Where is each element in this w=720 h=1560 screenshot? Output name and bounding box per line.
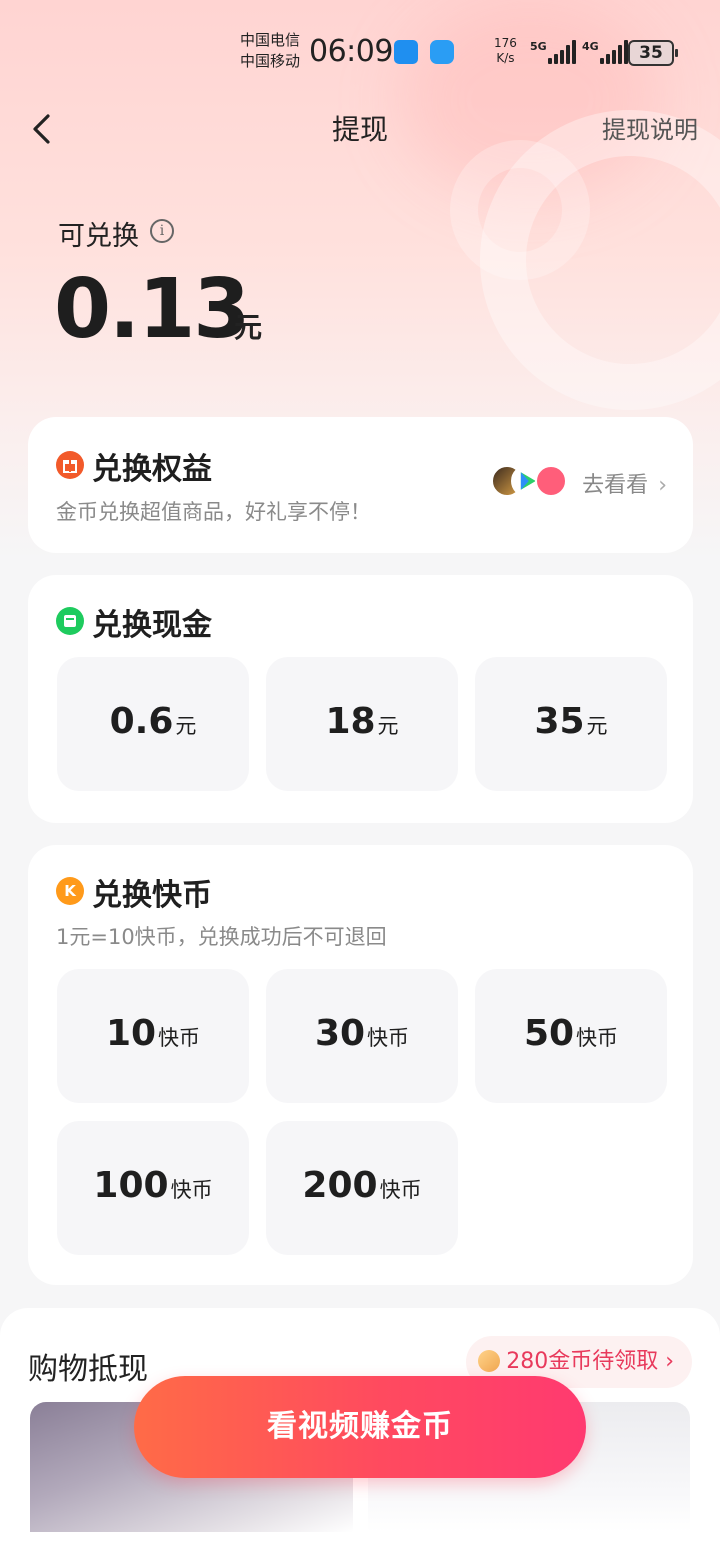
kcoin-option-unit: 快币 (576, 1026, 619, 1050)
net-speed-unit: K/s (496, 51, 515, 65)
cash-option-tile[interactable]: 18元 (266, 657, 458, 791)
available-label: 可兑换 (58, 221, 139, 252)
status-bar: 中国电信 中国移动 06:09 176 K/s 5G 4G 35 (0, 28, 720, 78)
chevron-right-icon: › (658, 473, 667, 498)
cash-option-unit: 元 (175, 714, 197, 738)
battery-level: 35 (639, 43, 663, 63)
benefits-card[interactable]: 兑换权益 金币兑换超值商品，好礼享不停！ 去看看 › (28, 417, 693, 553)
balance-unit: 元 (234, 311, 263, 344)
net-speed-value: 176 (494, 36, 517, 50)
benefits-title: 兑换权益 (92, 452, 212, 487)
kcoin-option-unit: 快币 (170, 1178, 213, 1202)
kcoin-subtitle: 1元=10快币，兑换成功后不可退回 (56, 925, 387, 949)
kcoin-option-unit: 快币 (379, 1178, 422, 1202)
cash-card: 兑换现金 0.6元 18元 35元 (28, 575, 693, 823)
kcoin-option-tile[interactable]: 200快币 (266, 1121, 458, 1255)
status-clock: 06:09 (309, 34, 393, 69)
shopping-bag-icon (394, 40, 418, 64)
chevron-right-icon: › (658, 1349, 674, 1374)
watch-video-earn-coins-button[interactable]: 看视频赚金币 (134, 1376, 586, 1478)
cash-option-value: 18 (325, 701, 376, 742)
benefits-subtitle: 金币兑换超值商品，好礼享不停！ (56, 500, 371, 524)
kcoin-option-unit: 快币 (158, 1026, 201, 1050)
net-speed: 176 K/s (494, 36, 517, 66)
kcoin-option-value: 100 (93, 1165, 169, 1206)
view-more-label: 去看看 (582, 473, 649, 498)
kcoin-option-tile[interactable]: 100快币 (57, 1121, 249, 1255)
balance-amount: 0.13 (54, 262, 250, 357)
kcoin-option-value: 30 (314, 1013, 366, 1054)
kcoin-card: K 兑换快币 1元=10快币，兑换成功后不可退回 10快币 30快币 50快币 … (28, 845, 693, 1285)
carrier-2: 中国移动 (240, 52, 301, 70)
cash-option-value: 0.6 (109, 701, 174, 742)
carrier-names: 中国电信 中国移动 (240, 30, 300, 72)
cash-option-value: 35 (534, 701, 585, 742)
gift-icon (56, 451, 84, 479)
cash-option-unit: 元 (377, 714, 399, 738)
signal-4g-icon: 4G (582, 40, 628, 64)
cash-option-tile[interactable]: 0.6元 (57, 657, 249, 791)
view-more-link[interactable]: 去看看 › (582, 467, 667, 499)
coin-icon (478, 1349, 501, 1372)
kcoin-option-tile[interactable]: 10快币 (57, 969, 249, 1103)
cash-option-tile[interactable]: 35元 (475, 657, 667, 791)
kcoin-icon: K (56, 877, 84, 905)
shopping-title: 购物抵现 (28, 1352, 148, 1387)
kcoin-option-value: 200 (302, 1165, 378, 1206)
pending-coins-label: 280金币待领取 (506, 1349, 659, 1374)
browser-icon (430, 40, 454, 64)
cash-option-unit: 元 (586, 714, 608, 738)
cash-title: 兑换现金 (92, 608, 212, 643)
partner-app-icons (491, 465, 567, 499)
music-app-icon (535, 465, 567, 497)
hero-ring-decoration (450, 140, 590, 280)
kcoin-option-tile[interactable]: 50快币 (475, 969, 667, 1103)
kcoin-option-value: 10 (105, 1013, 157, 1054)
kcoin-option-unit: 快币 (367, 1026, 410, 1050)
battery-icon: 35 (628, 40, 678, 66)
kcoin-title: 兑换快币 (92, 878, 212, 913)
signal-5g-icon: 5G (530, 40, 576, 64)
cash-icon (56, 607, 84, 635)
withdraw-help-link[interactable]: 提现说明 (602, 110, 698, 145)
kcoin-option-tile[interactable]: 30快币 (266, 969, 458, 1103)
kcoin-option-value: 50 (523, 1013, 575, 1054)
info-icon[interactable]: i (150, 219, 174, 243)
carrier-1: 中国电信 (240, 31, 301, 49)
